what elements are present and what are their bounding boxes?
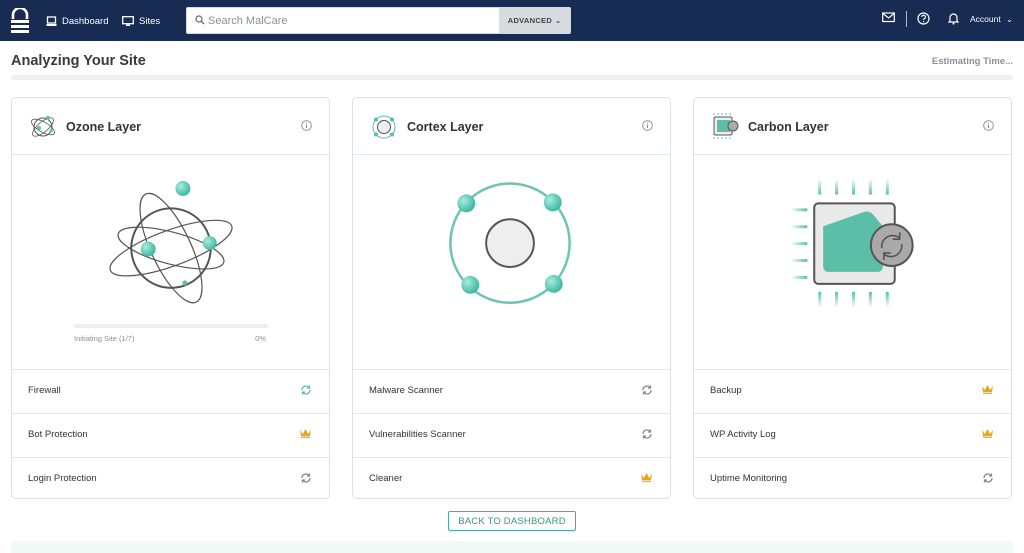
refresh-icon <box>642 429 652 439</box>
nav-dashboard-link[interactable]: Dashboard <box>46 13 108 29</box>
carbon-layer-card: Carbon Layer Backup WP Activity Log Upti… <box>693 97 1012 499</box>
card-title: Ozone Layer <box>66 120 142 134</box>
navbar-divider <box>906 11 907 27</box>
advanced-label: ADVANCED <box>507 16 553 25</box>
progress-percent: 0% <box>255 334 266 343</box>
logo-icon[interactable] <box>10 8 30 34</box>
chevron-down-icon: ⌄ <box>1006 15 1013 24</box>
crown-icon <box>641 473 652 482</box>
card-header: Ozone Layer <box>12 98 329 155</box>
feature-row-wp-activity-log[interactable]: WP Activity Log <box>694 413 1011 457</box>
feature-row-uptime-monitoring[interactable]: Uptime Monitoring <box>694 457 1011 501</box>
atom-icon <box>31 116 55 137</box>
search-input[interactable] <box>208 11 498 31</box>
dashboard-icon <box>46 15 57 26</box>
cortex-layer-card: Cortex Layer Malware Scanner Vulnerabili… <box>352 97 671 499</box>
crown-icon <box>982 385 993 394</box>
feature-row-vulnerabilities-scanner[interactable]: Vulnerabilities Scanner <box>353 413 670 457</box>
refresh-icon <box>983 473 993 483</box>
nav-sites-link[interactable]: Sites <box>122 13 160 29</box>
feature-row-login-protection[interactable]: Login Protection <box>12 457 329 501</box>
cortex-icon <box>372 115 396 139</box>
feature-row-cleaner[interactable]: Cleaner <box>353 457 670 501</box>
search-icon <box>195 15 205 25</box>
site-progress-bar <box>74 324 268 328</box>
feature-label: Malware Scanner <box>369 385 443 396</box>
cortex-illustration <box>449 182 571 304</box>
card-title: Cortex Layer <box>407 120 484 134</box>
feature-row-bot-protection[interactable]: Bot Protection <box>12 413 329 457</box>
refresh-icon <box>301 385 311 395</box>
chevron-down-icon: ⌄ <box>555 17 562 25</box>
refresh-icon <box>301 473 311 483</box>
advanced-search-button[interactable]: ADVANCED ⌄ <box>499 8 570 33</box>
feature-label: Vulnerabilities Scanner <box>369 429 466 440</box>
sites-icon <box>122 15 134 26</box>
carbon-backup-illustration <box>790 178 914 308</box>
footer-strip <box>11 541 1013 553</box>
feature-row-firewall[interactable]: Firewall <box>12 369 329 413</box>
info-icon[interactable] <box>301 120 312 131</box>
help-icon[interactable] <box>917 12 930 25</box>
info-icon[interactable] <box>983 120 994 131</box>
search-bar: ADVANCED ⌄ <box>186 7 571 34</box>
feature-label: Firewall <box>28 385 61 396</box>
card-title: Carbon Layer <box>748 120 829 134</box>
feature-label: Backup <box>710 385 742 396</box>
account-label: Account <box>970 14 1001 24</box>
feature-label: Bot Protection <box>28 429 88 440</box>
backup-chip-icon <box>713 113 739 139</box>
feature-label: WP Activity Log <box>710 429 776 440</box>
ozone-atom-illustration <box>109 181 233 304</box>
feature-label: Cleaner <box>369 473 403 484</box>
refresh-icon <box>642 385 652 395</box>
card-header: Carbon Layer <box>694 98 1011 155</box>
account-menu[interactable]: Account ⌄ <box>970 14 1013 24</box>
feature-label: Login Protection <box>28 473 97 484</box>
page-title: Analyzing Your Site <box>11 53 146 69</box>
time-estimate: Estimating Time... <box>931 56 1013 67</box>
ozone-layer-card: Ozone Layer Initiating Site (1/7) 0% Fir… <box>11 97 330 499</box>
feature-row-malware-scanner[interactable]: Malware Scanner <box>353 369 670 413</box>
info-icon[interactable] <box>642 120 653 131</box>
back-to-dashboard-button[interactable]: BACK TO DASHBOARD <box>448 511 576 531</box>
crown-icon <box>300 429 311 438</box>
feature-row-backup[interactable]: Backup <box>694 369 1011 413</box>
nav-dashboard-label: Dashboard <box>62 15 109 27</box>
nav-sites-label: Sites <box>139 15 161 27</box>
header-progress-line <box>11 75 1013 80</box>
bell-icon[interactable] <box>948 12 959 25</box>
progress-status: Initiating Site (1/7) <box>74 334 135 343</box>
top-navbar: Dashboard Sites ADVANCED ⌄ Account ⌄ <box>0 0 1024 41</box>
feature-label: Uptime Monitoring <box>710 473 788 484</box>
card-header: Cortex Layer <box>353 98 670 155</box>
crown-icon <box>982 429 993 438</box>
mail-icon[interactable] <box>882 12 895 23</box>
